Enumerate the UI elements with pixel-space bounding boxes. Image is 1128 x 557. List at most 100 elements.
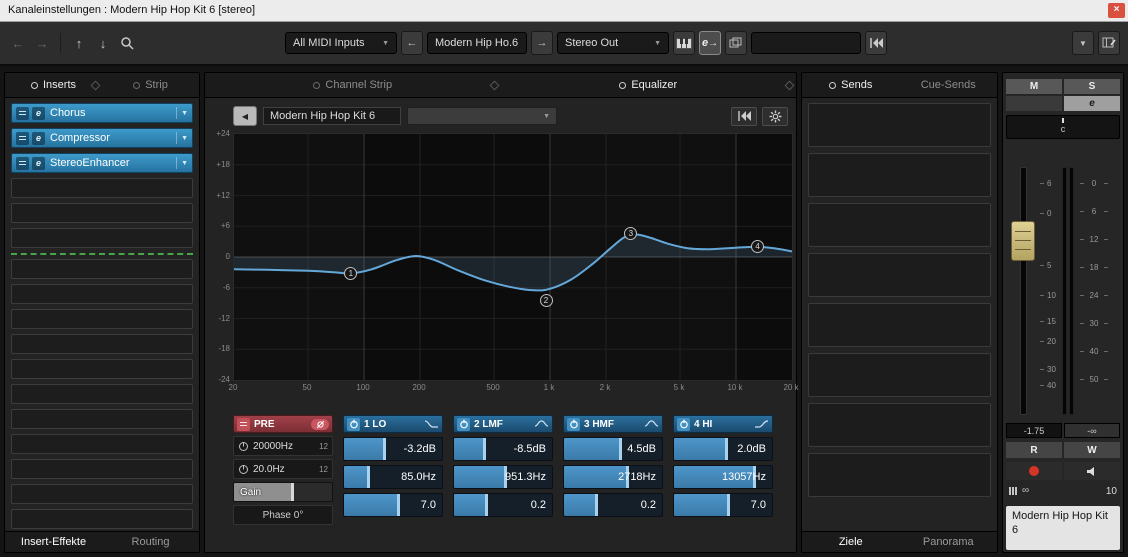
empty-insert-slot[interactable] [11,178,193,198]
record-enable-button[interactable] [1006,462,1062,480]
bypass-icon[interactable] [16,107,29,120]
empty-insert-slot[interactable] [11,284,193,304]
instrument-icon[interactable] [673,31,695,55]
nav-forward-button[interactable]: → [32,31,52,55]
eq-band-handle-1[interactable]: 1 [344,267,357,280]
phase-invert-icon[interactable] [311,419,329,430]
slider-handle[interactable] [367,466,370,488]
phase-control[interactable]: Phase 0° [233,505,333,525]
channel-down-button[interactable]: ↓ [93,31,113,55]
insert-slot[interactable]: eCompressor▼ [11,128,193,148]
empty-insert-slot[interactable] [11,334,193,354]
edit-effect-icon[interactable]: e [32,107,45,120]
link-icon[interactable]: ∞ [1022,486,1029,496]
empty-insert-slot[interactable] [11,384,193,404]
empty-send-slot[interactable] [808,153,991,197]
slider-handle[interactable] [727,494,730,516]
chevron-down-icon[interactable]: ▼ [176,132,188,144]
empty-insert-slot[interactable] [11,359,193,379]
insert-slot[interactable]: eStereoEnhancer▼ [11,153,193,173]
empty-insert-slot[interactable] [11,484,193,504]
eq-preset-name[interactable]: Modern Hip Hop Kit 6 [263,107,401,125]
bypass-icon[interactable] [16,132,29,145]
function-field[interactable] [751,32,861,54]
edit-channel-button[interactable]: e [1064,96,1120,111]
slider-handle[interactable] [383,438,386,460]
monitor-button[interactable] [1064,462,1120,480]
empty-send-slot[interactable] [808,403,991,447]
band-power-icon[interactable] [567,418,580,431]
pan-control[interactable]: c [1006,115,1120,139]
edit-effect-icon[interactable]: e [32,157,45,170]
tab-ziele[interactable]: Ziele [802,532,900,552]
band-power-icon[interactable] [347,418,360,431]
prev-channel-button[interactable]: ← [401,31,423,55]
band-header[interactable]: 3 HMF [563,415,663,433]
band-gain-slider[interactable]: 2.0dB [673,437,773,461]
tab-sends[interactable]: Sends [802,73,900,97]
empty-insert-slot[interactable] [11,434,193,454]
automation-read-button[interactable]: R [1006,442,1062,458]
band-gain-slider[interactable]: -8.5dB [453,437,553,461]
band-frequency-slider[interactable]: 85.0Hz [343,465,443,489]
band-power-icon[interactable] [677,418,690,431]
band-frequency-slider[interactable]: 951.3Hz [453,465,553,489]
copy-settings-icon[interactable] [725,31,747,55]
empty-send-slot[interactable] [808,253,991,297]
slider-handle[interactable] [725,438,728,460]
midi-input-dropdown[interactable]: All MIDI Inputs▼ [285,32,397,54]
empty-insert-slot[interactable] [11,409,193,429]
tab-insert-effekte[interactable]: Insert-Effekte [5,532,102,552]
gear-icon[interactable] [762,107,788,126]
more-options-dropdown[interactable]: ▼ [1072,31,1094,55]
band-header[interactable]: 1 LO [343,415,443,433]
next-channel-button[interactable]: → [531,31,553,55]
band-header[interactable]: 2 LMF [453,415,553,433]
empty-send-slot[interactable] [808,203,991,247]
solo-button[interactable]: S [1064,79,1120,94]
empty-send-slot[interactable] [808,303,991,347]
strip-bottom-value[interactable]: 10 [1106,486,1117,497]
band-q-slider[interactable]: 7.0 [343,493,443,517]
empty-send-slot[interactable] [808,103,991,147]
fader-track[interactable] [1020,167,1027,415]
mute-button[interactable]: M [1006,79,1062,94]
pre-bypass-icon[interactable] [237,418,250,431]
pre-gain-slider[interactable]: Gain [233,482,333,502]
band-gain-slider[interactable]: 4.5dB [563,437,663,461]
slider-handle[interactable] [485,494,488,516]
empty-send-slot[interactable] [808,453,991,497]
slider-handle[interactable] [397,494,400,516]
low-cut-frequency[interactable]: 20.0Hz 12 [233,459,333,479]
slider-handle[interactable] [483,438,486,460]
empty-insert-slot[interactable] [11,203,193,223]
band-power-icon[interactable] [457,418,470,431]
eq-band-handle-3[interactable]: 3 [624,227,637,240]
edit-channel-icon[interactable]: e→ [699,31,721,55]
eq-band-handle-4[interactable]: 4 [751,240,764,253]
empty-insert-slot[interactable] [11,259,193,279]
nav-back-button[interactable]: ← [8,31,28,55]
tab-routing[interactable]: Routing [102,532,199,552]
empty-insert-slot[interactable] [11,228,193,248]
tab-inserts[interactable]: Inserts [5,73,102,97]
slider-handle[interactable] [291,483,294,501]
eq-curve-display[interactable]: 1234 [233,133,793,381]
volume-value[interactable]: -1.75 [1006,423,1062,438]
close-button[interactable]: × [1108,3,1125,18]
empty-insert-slot[interactable] [11,509,193,529]
empty-insert-slot[interactable] [11,309,193,329]
channel-up-button[interactable]: ↑ [69,31,89,55]
band-frequency-slider[interactable]: 2718Hz [563,465,663,489]
filter-slope-value[interactable]: 12 [319,442,328,451]
tab-equalizer[interactable]: Equalizer [501,73,797,97]
bypass-icon[interactable] [16,157,29,170]
band-frequency-slider[interactable]: 13057Hz [673,465,773,489]
reset-eq-icon[interactable] [731,107,757,126]
empty-send-slot[interactable] [808,353,991,397]
peak-curve-icon[interactable] [534,418,549,430]
band-q-slider[interactable]: 0.2 [453,493,553,517]
filter-slope-value[interactable]: 12 [319,465,328,474]
window-layout-icon[interactable] [1098,31,1120,55]
slider-handle[interactable] [595,494,598,516]
